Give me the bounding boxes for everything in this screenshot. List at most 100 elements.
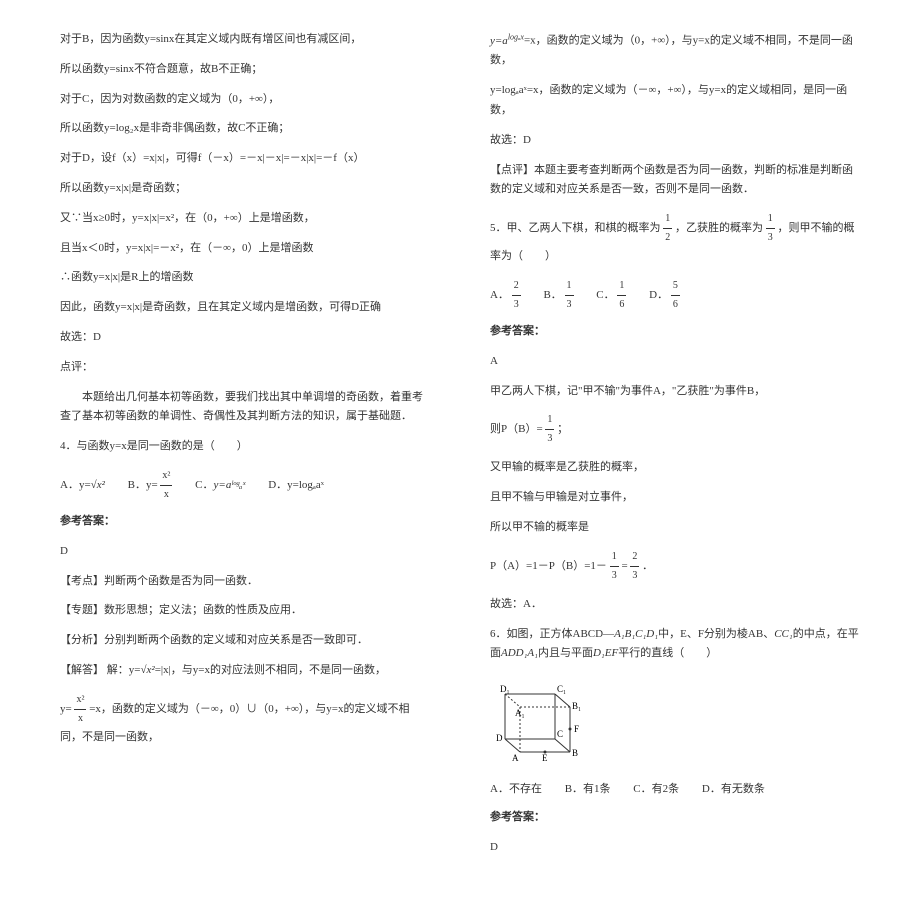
question-5: 5．甲、乙两人下棋，和棋的概率为 12 ，乙获胜的概率为 13 ，则甲不输的概率… <box>490 210 860 267</box>
fraction: 56 <box>671 277 680 314</box>
sol-5-2: 则P（B）= 13 ； <box>490 411 860 448</box>
jd-mid: =|x|，与y=x的对应法则不相同，不是同一函数， <box>155 664 386 676</box>
q4-option-c: C．y=aˡᵒᵍₐˣ <box>195 476 245 496</box>
q6-options: A．不存在 B．有1条 C．有2条 D．有无数条 <box>490 780 860 800</box>
answer-6: D <box>490 838 860 858</box>
sqrt-icon: √x² <box>91 479 105 491</box>
denominator: 3 <box>545 430 554 448</box>
numerator: x² <box>74 691 86 710</box>
sol-5-3: 又甲输的概率是乙获胜的概率， <box>490 458 860 478</box>
q5-option-c: C． 16 <box>596 277 626 314</box>
q4-options: A．y=√x² B．y= x²x C．y=aˡᵒᵍₐˣ D．y=logₐaˣ <box>60 467 430 504</box>
jieda: 【解答】 解：y=√x²=|x|，与y=x的对应法则不相同，不是同一函数， <box>60 661 430 681</box>
para: y=alogₐx=x，函数的定义域为（0，+∞），与y=x的定义域不相同，不是同… <box>490 30 860 71</box>
numerator: 1 <box>565 277 574 296</box>
fx-label: 【分析】 <box>60 634 104 646</box>
para: 所以函数y=log₂x是非奇非偶函数，故C不正确； <box>60 119 430 139</box>
fx-text: 分别判断两个函数的定义域和对应关系是否一致即可． <box>104 634 368 646</box>
q5-option-b: B． 13 <box>543 277 573 314</box>
q6-option-a: A．不存在 <box>490 780 542 800</box>
label-a1: A₁ <box>515 708 525 718</box>
denominator: 3 <box>630 567 639 585</box>
denominator: 6 <box>671 296 680 314</box>
numerator: 1 <box>545 411 554 430</box>
numerator: 1 <box>617 277 626 296</box>
fraction: x²x <box>74 691 86 728</box>
numerator: 1 <box>766 210 775 229</box>
label-f: F <box>574 724 579 734</box>
jd-label: 【解答】 <box>60 664 104 676</box>
opt-label: A．y= <box>60 479 91 491</box>
opt-label: B． <box>543 289 561 301</box>
q5-option-d: D． 56 <box>649 277 680 314</box>
q5-pre: 5．甲、乙两人下棋，和棋的概率为 <box>490 222 661 234</box>
para: 所以函数y=x|x|是奇函数； <box>60 179 430 199</box>
numerator: x² <box>160 467 172 486</box>
fraction: 13 <box>766 210 775 247</box>
fraction: 16 <box>617 277 626 314</box>
fraction: 13 <box>565 277 574 314</box>
eq: = <box>621 560 627 572</box>
opt-label: C． <box>596 289 614 301</box>
fraction: 23 <box>630 548 639 585</box>
denominator: x <box>160 486 172 504</box>
sub: CC₁ <box>774 628 793 640</box>
question-4: 4．与函数y=x是同一函数的是（ ） <box>60 437 430 457</box>
label-d: D <box>496 733 503 743</box>
fraction: 23 <box>512 277 521 314</box>
left-column: 对于B，因为函数y=sinx在其定义域内既有增区间也有减区间， 所以函数y=si… <box>60 30 430 867</box>
opt-label: B．y= <box>128 479 158 491</box>
denominator: 6 <box>617 296 626 314</box>
numerator: 5 <box>671 277 680 296</box>
q6-pre: 6．如图，正方体ABCD— <box>490 628 614 640</box>
denominator: 3 <box>565 296 574 314</box>
sol-5-5: 所以甲不输的概率是 <box>490 518 860 538</box>
q5-mid: ，乙获胜的概率为 <box>675 222 763 234</box>
kp-text: 判断两个函数是否为同一函数． <box>104 575 258 587</box>
opt-label: C． <box>195 479 213 491</box>
label-b1: B₁ <box>572 701 581 711</box>
q5-options: A． 23 B． 13 C． 16 D． 56 <box>490 277 860 314</box>
para: 又∵当x≥0时，y=x|x|=x²，在（0，+∞）上是增函数， <box>60 209 430 229</box>
zhuanti: 【专题】数形思想；定义法；函数的性质及应用． <box>60 601 430 621</box>
post: ． <box>642 560 653 572</box>
para: 对于D，设f（x）=x|x|，可得f（－x）=－x|－x|=－x|x|=－f（x… <box>60 149 430 169</box>
para: 故选：D <box>60 328 430 348</box>
label-d1: D₁ <box>500 684 510 694</box>
sol-5-1: 甲乙两人下棋，记"甲不输"为事件A，"乙获胜"为事件B， <box>490 382 860 402</box>
q6-post: 平行的直线（ ） <box>618 647 717 659</box>
label-b: B <box>572 748 578 758</box>
numerator: 2 <box>630 548 639 567</box>
opt-label: A． <box>490 289 509 301</box>
comment-label: 点评： <box>60 358 430 378</box>
jieda-2: y= x²x =x，函数的定义域为（－∞，0）∪（0，+∞），与y=x的定义域不… <box>60 691 430 748</box>
cube-figure: D₁ C₁ A₁ B₁ D C F A E B <box>490 674 860 772</box>
para: 故选：D <box>490 131 860 151</box>
label-e: E <box>542 753 548 763</box>
denominator: x <box>74 710 86 728</box>
sqrt-icon: √x² <box>140 664 154 676</box>
kaodian: 【考点】判断两个函数是否为同一函数． <box>60 572 430 592</box>
sol-5-4: 且甲不输与甲输是对立事件， <box>490 488 860 508</box>
fenxi: 【分析】分别判断两个函数的定义域和对应关系是否一致即可． <box>60 631 430 651</box>
jd-pre: 解：y= <box>107 664 141 676</box>
right-column: y=alogₐx=x，函数的定义域为（0，+∞），与y=x的定义域不相同，不是同… <box>490 30 860 867</box>
q6-option-d: D．有无数条 <box>702 780 765 800</box>
q4-option-d: D．y=logₐaˣ <box>268 476 324 496</box>
pre: P（A）=1－P（B）=1－ <box>490 560 607 572</box>
fraction: 13 <box>610 548 619 585</box>
answer-label: 参考答案： <box>60 512 430 532</box>
label-a: A <box>512 753 519 763</box>
para: 因此，函数y=x|x|是奇函数，且在其定义域内是增函数，可得D正确 <box>60 298 430 318</box>
sol-5-6: P（A）=1－P（B）=1－ 13 = 23 ． <box>490 548 860 585</box>
dianping: 【点评】本题主要考查判断两个函数是否为同一函数，判断的标准是判断函数的定义域和对… <box>490 161 860 201</box>
label-c: C <box>557 729 563 739</box>
denominator: 2 <box>663 229 672 247</box>
kp-label: 【考点】 <box>60 575 104 587</box>
fraction: 13 <box>545 411 554 448</box>
numerator: 1 <box>663 210 672 229</box>
opt-label: D． <box>649 289 668 301</box>
dp-text: 本题主要考查判断两个函数是否为同一函数，判断的标准是判断函数的定义域和对应关系是… <box>490 164 853 196</box>
expr: y=aˡᵒᵍₐˣ <box>214 479 246 491</box>
para: 所以函数y=sinx不符合题意，故B不正确； <box>60 60 430 80</box>
